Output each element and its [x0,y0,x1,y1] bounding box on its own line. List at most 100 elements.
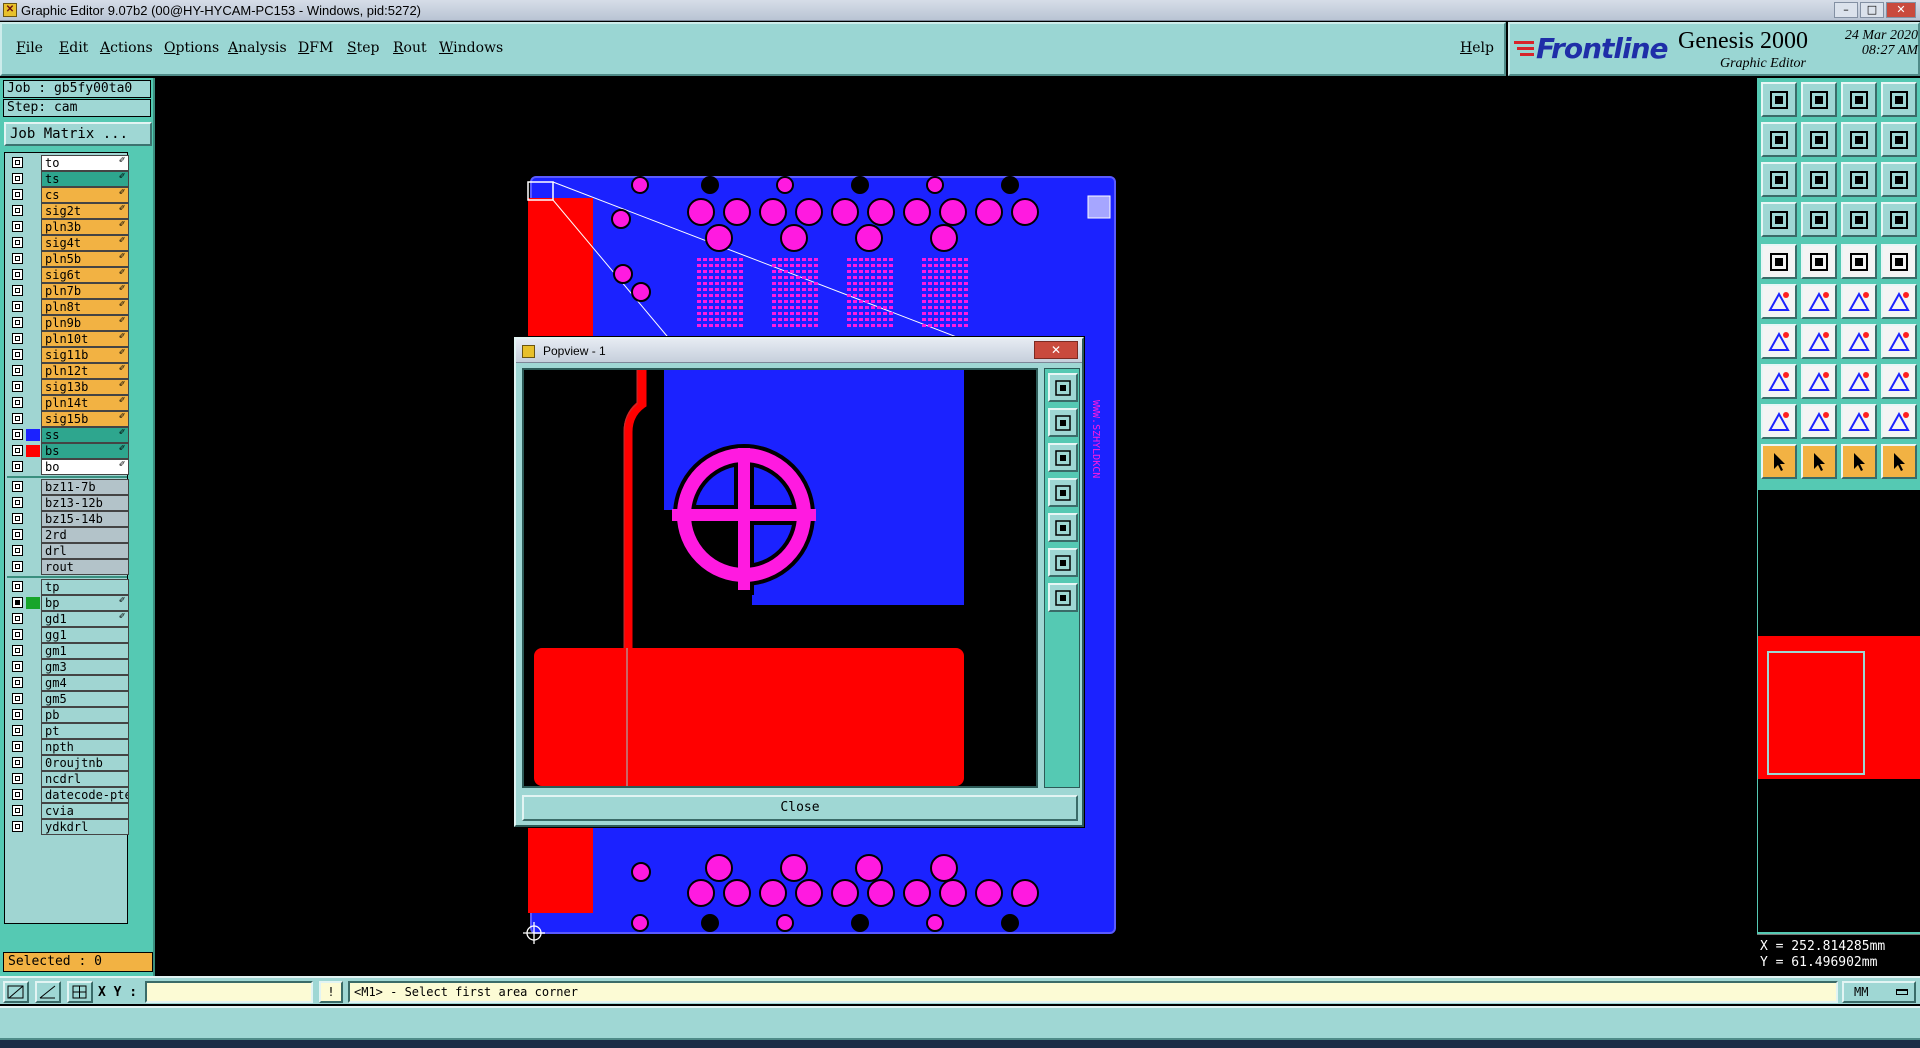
layer-checkbox[interactable] [12,513,23,524]
layer-checkbox[interactable] [12,413,23,424]
layer-name[interactable]: ss [41,427,129,443]
popview-viewport[interactable] [522,368,1038,788]
layer-checkbox[interactable] [12,429,23,440]
layer-checkbox[interactable] [12,157,23,168]
layer-name[interactable]: sig11b [41,347,129,363]
layer-row-gd1[interactable]: gd1 ✐ [7,611,129,627]
layer-name[interactable]: gd1 [41,611,129,627]
layer-checkbox[interactable] [12,561,23,572]
grid-mode-button[interactable] [67,981,93,1003]
layer-checkbox[interactable] [12,317,23,328]
select-arrow-button[interactable] [1761,444,1797,479]
layer-checkbox[interactable] [12,497,23,508]
layer-row-to[interactable]: to ✐ [7,155,129,171]
layer-row-rout[interactable]: rout [7,559,129,575]
layer-name[interactable]: cvia [41,803,129,819]
layer-row-pln12t[interactable]: pln12t ✐ [7,363,129,379]
popview-close-icon[interactable]: ✕ [1034,341,1078,359]
layer-checkbox[interactable] [12,221,23,232]
snap-mode-button[interactable] [3,981,29,1003]
layer-name[interactable]: gm5 [41,691,129,707]
layer-checkbox[interactable] [12,597,23,608]
layer-row-gm4[interactable]: gm4 [7,675,129,691]
layer-checkbox[interactable] [12,205,23,216]
menu-dfm[interactable]: DFM [298,40,333,56]
arc-button[interactable] [1841,324,1877,359]
layer-row-pln7b[interactable]: pln7b ✐ [7,283,129,299]
menu-step[interactable]: Step [347,40,379,56]
pop-open-button[interactable] [1048,408,1078,437]
layer-up-button[interactable] [1841,202,1877,237]
arc-add-button[interactable] [1841,284,1877,319]
layer-checkbox[interactable] [12,821,23,832]
layer-name[interactable]: bz11-7b [41,479,129,495]
cross-button[interactable] [1801,284,1837,319]
menu-rout[interactable]: Rout [393,40,427,56]
layer-checkbox[interactable] [12,397,23,408]
layer-checkbox[interactable] [12,661,23,672]
layer-row-0roujtnb[interactable]: 0roujtnb [7,755,129,771]
layer-checkbox[interactable] [12,709,23,720]
layer-name[interactable]: sig15b [41,411,129,427]
close-icon[interactable]: ✕ [1886,2,1916,18]
layer-checkbox[interactable] [12,645,23,656]
layer-checkbox[interactable] [12,581,23,592]
layer-checkbox[interactable] [12,301,23,312]
rotate-button[interactable] [1761,202,1797,237]
layer-row-ts[interactable]: ts ✐ [7,171,129,187]
layer-row-2rd[interactable]: 2rd [7,527,129,543]
pop-save-button[interactable] [1048,443,1078,472]
layer-row-sig13b[interactable]: sig13b ✐ [7,379,129,395]
layer-row-pln8t[interactable]: pln8t ✐ [7,299,129,315]
save-button[interactable] [1801,82,1837,117]
pop-prev-button[interactable] [1048,478,1078,507]
layer-row-bs[interactable]: bs ✐ [7,443,129,459]
layer-checkbox[interactable] [12,773,23,784]
layer-checkbox[interactable] [12,445,23,456]
layer-row-pln14t[interactable]: pln14t ✐ [7,395,129,411]
layer-checkbox[interactable] [12,481,23,492]
layer-name[interactable]: ts [41,171,129,187]
layer-row-gm3[interactable]: gm3 [7,659,129,675]
layer-row-tp[interactable]: tp [7,579,129,595]
layer-row-bp[interactable]: bp ✐ [7,595,129,611]
layer-name[interactable]: pln12t [41,363,129,379]
layer-checkbox[interactable] [12,805,23,816]
layer-checkbox[interactable] [12,333,23,344]
layer-name[interactable]: tp [41,579,129,595]
layer-row-gm5[interactable]: gm5 [7,691,129,707]
layer-name[interactable]: to [41,155,129,171]
layer-name[interactable]: pln10t [41,331,129,347]
minus-button[interactable] [1801,364,1837,399]
layer-checkbox[interactable] [12,253,23,264]
layer-row-cs[interactable]: cs ✐ [7,187,129,203]
units-selector[interactable]: MM [1842,981,1916,1003]
layer-name[interactable]: bo [41,459,129,475]
layer-row-pln5b[interactable]: pln5b ✐ [7,251,129,267]
layer-name[interactable]: ydkdrl [41,819,129,835]
text-a3-button[interactable] [1841,404,1877,439]
layer-row-sig6t[interactable]: sig6t ✐ [7,267,129,283]
layer-name[interactable]: pln8t [41,299,129,315]
transform-button[interactable] [1761,364,1797,399]
arc-move-button[interactable] [1881,284,1917,319]
layer-name[interactable]: gm1 [41,643,129,659]
layer-row-pb[interactable]: pb [7,707,129,723]
layer-checkbox[interactable] [12,189,23,200]
text-a-button[interactable] [1761,404,1797,439]
menu-options[interactable]: Options [164,40,219,56]
layer-row-drl[interactable]: drl [7,543,129,559]
layout-button[interactable] [1881,82,1917,117]
line-edit-button[interactable] [1761,324,1797,359]
layer-name[interactable]: bz13-12b [41,495,129,511]
mirror-button[interactable] [1881,122,1917,157]
line-button[interactable] [1801,244,1837,279]
menu-analysis[interactable]: Analysis [228,40,287,56]
layer-name[interactable]: pln3b [41,219,129,235]
layer-row-npth[interactable]: npth [7,739,129,755]
pad-button[interactable] [1761,244,1797,279]
layer-name[interactable]: sig13b [41,379,129,395]
maximize-icon[interactable]: □ [1860,2,1884,18]
layer-name[interactable]: sig4t [41,235,129,251]
route-button[interactable] [1881,324,1917,359]
